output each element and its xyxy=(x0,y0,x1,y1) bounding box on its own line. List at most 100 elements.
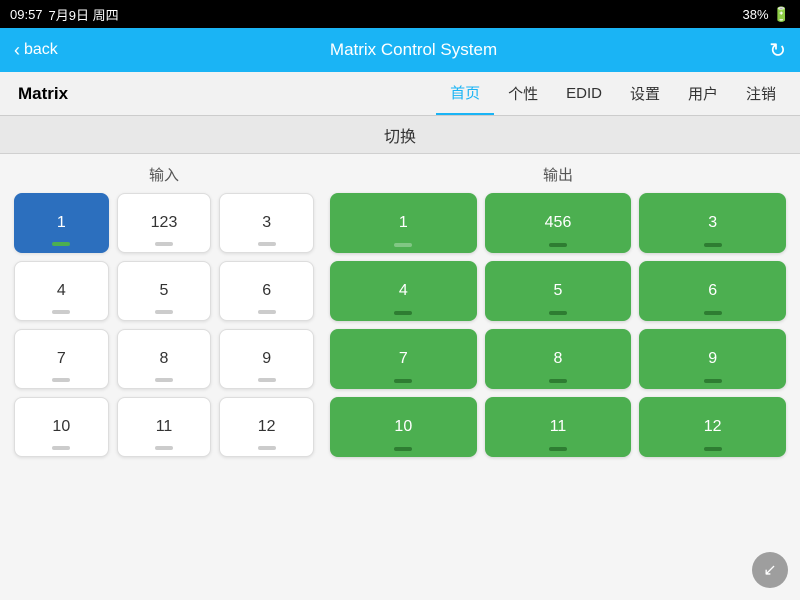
output-button-1[interactable]: 1 xyxy=(330,193,477,253)
input-button-12[interactable]: 12 xyxy=(219,397,314,457)
input-indicator xyxy=(52,446,70,450)
output-button-label: 10 xyxy=(394,418,412,436)
battery-level: 38% xyxy=(743,7,769,22)
input-button-label: 10 xyxy=(52,418,70,436)
output-indicator xyxy=(549,243,567,247)
output-button-label: 6 xyxy=(708,282,717,300)
output-button-label: 9 xyxy=(708,350,717,368)
input-indicator xyxy=(258,378,276,382)
input-button-label: 8 xyxy=(160,350,169,368)
input-button-9[interactable]: 9 xyxy=(219,329,314,389)
scroll-hint-button[interactable]: ↙ xyxy=(752,552,788,588)
output-indicator xyxy=(704,243,722,247)
status-time: 09:57 xyxy=(10,7,43,22)
output-button-7[interactable]: 7 xyxy=(330,329,477,389)
tab-首页[interactable]: 首页 xyxy=(436,72,494,115)
input-button-4[interactable]: 4 xyxy=(14,261,109,321)
output-indicator xyxy=(394,379,412,383)
nav-bar: ‹ back Matrix Control System ↻ xyxy=(0,28,800,72)
input-button-label: 5 xyxy=(160,282,169,300)
output-indicator xyxy=(704,311,722,315)
output-indicator xyxy=(549,379,567,383)
nav-title: Matrix Control System xyxy=(330,40,497,60)
output-button-label: 456 xyxy=(545,214,572,232)
input-button-label: 9 xyxy=(262,350,271,368)
input-button-label: 123 xyxy=(151,214,178,232)
output-indicator xyxy=(394,243,412,247)
section-title-bar: 切换 xyxy=(0,116,800,154)
output-indicator xyxy=(394,311,412,315)
input-button-3[interactable]: 3 xyxy=(219,193,314,253)
input-button-label: 1 xyxy=(57,214,66,232)
status-bar: 09:57 7月9日 周四 38% 🔋 xyxy=(0,0,800,28)
input-button-label: 3 xyxy=(262,214,271,232)
output-button-2[interactable]: 456 xyxy=(485,193,632,253)
output-button-label: 1 xyxy=(399,214,408,232)
output-indicator xyxy=(704,379,722,383)
output-button-label: 4 xyxy=(399,282,408,300)
output-grid: 14563456789101112 xyxy=(330,193,786,457)
status-right: 38% 🔋 xyxy=(743,6,790,23)
tab-用户[interactable]: 用户 xyxy=(674,73,732,114)
input-button-11[interactable]: 11 xyxy=(117,397,212,457)
status-left: 09:57 7月9日 周四 xyxy=(10,5,119,24)
output-button-label: 5 xyxy=(554,282,563,300)
output-button-9[interactable]: 9 xyxy=(639,329,786,389)
tab-bar: Matrix 首页个性EDID设置用户注销 xyxy=(0,72,800,116)
input-button-2[interactable]: 123 xyxy=(117,193,212,253)
output-button-label: 12 xyxy=(704,418,722,436)
section-title: 切换 xyxy=(384,123,416,147)
input-button-7[interactable]: 7 xyxy=(14,329,109,389)
input-indicator xyxy=(52,378,70,382)
output-indicator xyxy=(704,447,722,451)
output-button-5[interactable]: 5 xyxy=(485,261,632,321)
nav-back-button[interactable]: ‹ back xyxy=(14,40,58,61)
input-indicator xyxy=(258,446,276,450)
output-button-8[interactable]: 8 xyxy=(485,329,632,389)
main-content: 输入 11233456789101112 输出 1456345678910111… xyxy=(0,154,800,600)
status-date: 7月9日 周四 xyxy=(49,5,119,24)
input-button-6[interactable]: 6 xyxy=(219,261,314,321)
output-button-12[interactable]: 12 xyxy=(639,397,786,457)
refresh-icon[interactable]: ↻ xyxy=(769,38,786,63)
output-indicator xyxy=(549,447,567,451)
battery-icon: 🔋 xyxy=(773,6,790,23)
input-button-label: 7 xyxy=(57,350,66,368)
input-indicator xyxy=(258,310,276,314)
output-button-6[interactable]: 6 xyxy=(639,261,786,321)
input-button-1[interactable]: 1 xyxy=(14,193,109,253)
input-indicator xyxy=(155,310,173,314)
output-panel: 输出 14563456789101112 xyxy=(330,164,786,590)
output-indicator xyxy=(394,447,412,451)
input-button-label: 4 xyxy=(57,282,66,300)
input-indicator xyxy=(258,242,276,246)
output-button-label: 7 xyxy=(399,350,408,368)
input-button-5[interactable]: 5 xyxy=(117,261,212,321)
tab-EDID[interactable]: EDID xyxy=(552,75,616,112)
output-button-label: 11 xyxy=(550,418,567,436)
input-panel-title: 输入 xyxy=(14,164,314,185)
tabs-container: 首页个性EDID设置用户注销 xyxy=(86,72,800,115)
matrix-label: Matrix xyxy=(0,84,86,104)
input-grid: 1 123 3 4 5 6 7 8 9 10 11 12 xyxy=(14,193,314,457)
input-button-label: 11 xyxy=(156,418,173,436)
output-button-label: 8 xyxy=(554,350,563,368)
tab-设置[interactable]: 设置 xyxy=(616,73,674,114)
input-button-10[interactable]: 10 xyxy=(14,397,109,457)
input-button-label: 6 xyxy=(262,282,271,300)
output-button-3[interactable]: 3 xyxy=(639,193,786,253)
output-button-label: 3 xyxy=(708,214,717,232)
back-label: back xyxy=(24,41,58,59)
input-indicator xyxy=(52,242,70,246)
output-indicator xyxy=(549,311,567,315)
tab-个性[interactable]: 个性 xyxy=(494,73,552,114)
output-panel-title: 输出 xyxy=(330,164,786,185)
input-indicator xyxy=(155,378,173,382)
output-button-4[interactable]: 4 xyxy=(330,261,477,321)
input-button-8[interactable]: 8 xyxy=(117,329,212,389)
output-button-11[interactable]: 11 xyxy=(485,397,632,457)
output-button-10[interactable]: 10 xyxy=(330,397,477,457)
input-button-label: 12 xyxy=(258,418,276,436)
chevron-left-icon: ‹ xyxy=(14,40,20,61)
tab-注销[interactable]: 注销 xyxy=(732,73,790,114)
